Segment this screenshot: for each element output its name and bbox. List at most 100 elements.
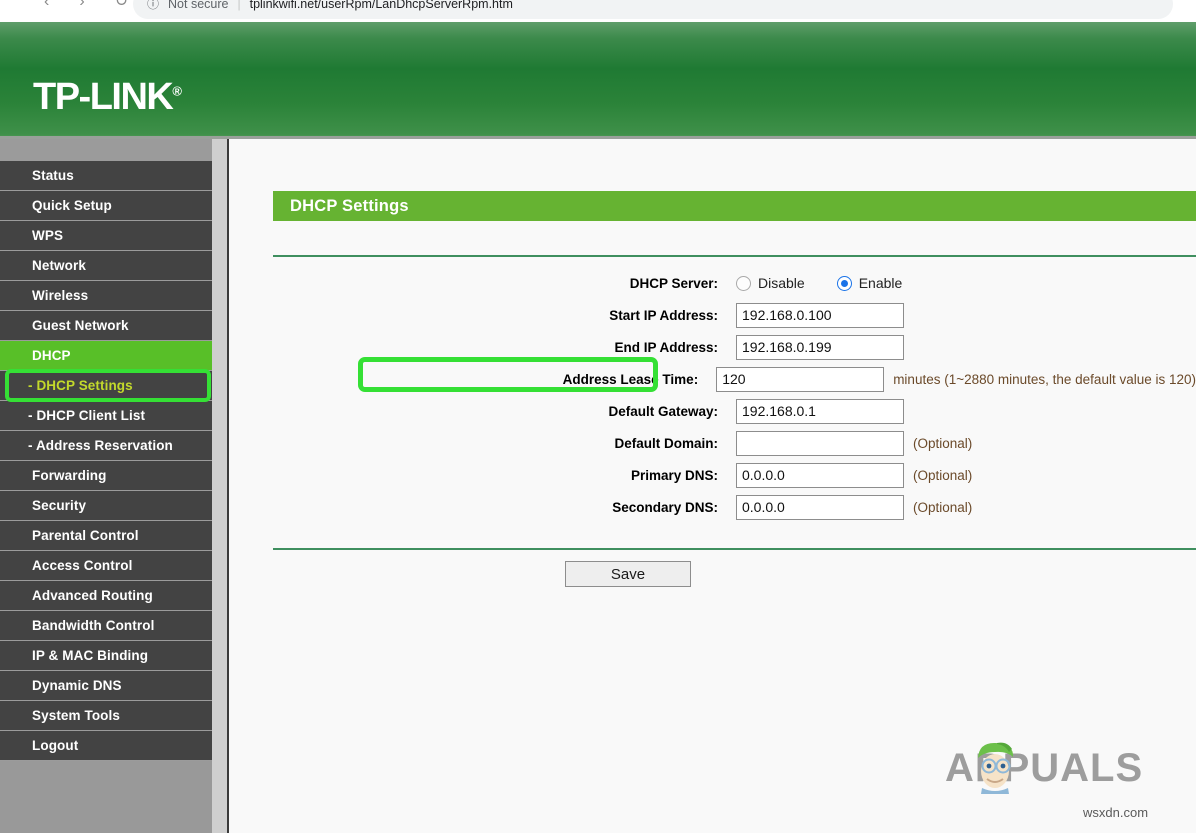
- field-label-start-ip-address: Start IP Address:: [229, 308, 736, 323]
- sidebar-item-logout[interactable]: Logout: [0, 731, 212, 761]
- sidebar-item-label: Dynamic DNS: [32, 678, 122, 693]
- address-bar[interactable]: ⓘ Not secure | tplinkwifi.net/userRpm/La…: [133, 0, 1173, 19]
- sidebar-item-advanced-routing[interactable]: Advanced Routing: [0, 581, 212, 611]
- sidebar-item-ip-mac-binding[interactable]: IP & MAC Binding: [0, 641, 212, 671]
- form-row-end-ip-address: End IP Address:: [229, 331, 1196, 363]
- divider-bottom: [273, 548, 1196, 550]
- sidebar-item-wireless[interactable]: Wireless: [0, 281, 212, 311]
- form-row-default-domain: Default Domain:(Optional): [229, 427, 1196, 459]
- field-label-dhcp-server: DHCP Server:: [229, 276, 736, 291]
- form-row-default-gateway: Default Gateway:: [229, 395, 1196, 427]
- sidebar-item-label: Wireless: [32, 288, 88, 303]
- form-row-address-lease-time: Address Lease Time: minutes (1~2880 minut…: [229, 363, 1196, 395]
- sidebar-item-security[interactable]: Security: [0, 491, 212, 521]
- sidebar-item-label: Logout: [32, 738, 78, 753]
- sidebar-item-label: System Tools: [32, 708, 120, 723]
- sidebar-item-bandwidth-control[interactable]: Bandwidth Control: [0, 611, 212, 641]
- sidebar-item-label: Security: [32, 498, 86, 513]
- router-admin-page: ‹ › ↻ ⓘ Not secure | tplinkwifi.net/user…: [0, 0, 1196, 833]
- brand-header: TP-LINK®: [0, 22, 1196, 139]
- field-label-end-ip-address: End IP Address:: [229, 340, 736, 355]
- sidebar-item-label: Bandwidth Control: [32, 618, 154, 633]
- input-secondary-dns[interactable]: [736, 495, 904, 520]
- sidebar-item-wps[interactable]: WPS: [0, 221, 212, 251]
- radio-enable-checked[interactable]: [837, 276, 852, 291]
- main-content: DHCP Settings DHCP Server: Disable Enable S…: [229, 139, 1196, 833]
- input-address-lease-time[interactable]: [716, 367, 884, 392]
- divider-top: [273, 255, 1196, 257]
- mascot-icon: [969, 738, 1021, 794]
- sidebar-item-dynamic-dns[interactable]: Dynamic DNS: [0, 671, 212, 701]
- radio-label-disable: Disable: [758, 275, 805, 291]
- browser-nav-buttons: ‹ › ↻: [44, 0, 128, 10]
- field-control-address-lease-time: minutes (1~2880 minutes, the default val…: [716, 367, 1196, 392]
- not-secure-icon[interactable]: ⓘ: [147, 0, 159, 10]
- field-control-primary-dns: (Optional): [736, 463, 972, 488]
- url-text: tplinkwifi.net/userRpm/LanDhcpServerRpm.…: [250, 0, 513, 10]
- sidebar-item-label: Network: [32, 258, 86, 273]
- sidebar-item-status[interactable]: Status: [0, 161, 212, 191]
- field-label-primary-dns: Primary DNS:: [229, 468, 736, 483]
- input-default-gateway[interactable]: [736, 399, 904, 424]
- radio-label-enable: Enable: [859, 275, 903, 291]
- input-default-domain[interactable]: [736, 431, 904, 456]
- security-label: Not secure: [168, 0, 228, 10]
- form-row-dhcp-server: DHCP Server: Disable Enable: [229, 267, 1196, 299]
- sidebar-item-network[interactable]: Network: [0, 251, 212, 281]
- sidebar-item-access-control[interactable]: Access Control: [0, 551, 212, 581]
- save-button[interactable]: Save: [565, 561, 691, 587]
- back-arrow-icon[interactable]: ‹: [44, 0, 49, 10]
- radio-disable-unchecked[interactable]: [736, 276, 751, 291]
- input-start-ip-address[interactable]: [736, 303, 904, 328]
- form-row-primary-dns: Primary DNS: (Optional): [229, 459, 1196, 491]
- sidebar-item-label: Forwarding: [32, 468, 107, 483]
- sidebar-item-dhcp-settings[interactable]: - DHCP Settings: [0, 371, 212, 401]
- sidebar-item-label: - DHCP Settings: [28, 378, 133, 393]
- sidebar-item-dhcp-client-list[interactable]: - DHCP Client List: [0, 401, 212, 431]
- sidebar-item-forwarding[interactable]: Forwarding: [0, 461, 212, 491]
- field-control-dhcp-server: Disable Enable: [736, 275, 902, 291]
- sidebar-item-guest-network[interactable]: Guest Network: [0, 311, 212, 341]
- sidebar-item-label: Quick Setup: [32, 198, 112, 213]
- sidebar-item-label: Status: [32, 168, 74, 183]
- reload-icon[interactable]: ↻: [115, 0, 128, 10]
- field-control-default-domain: (Optional): [736, 431, 972, 456]
- sidebar-gutter: [212, 139, 229, 833]
- sidebar-item-label: DHCP: [32, 348, 71, 363]
- field-label-address-lease-time: Address Lease Time:: [229, 372, 716, 387]
- field-label-default-gateway: Default Gateway:: [229, 404, 736, 419]
- sidebar-item-label: Access Control: [32, 558, 132, 573]
- sidebar-menu-list: Status Quick Setup WPS Network Wireless Guest…: [0, 161, 212, 761]
- sidebar-item-label: - DHCP Client List: [28, 408, 145, 423]
- sidebar-item-label: Advanced Routing: [32, 588, 153, 603]
- sidebar-item-address-reservation[interactable]: - Address Reservation: [0, 431, 212, 461]
- browser-toolbar: ‹ › ↻ ⓘ Not secure | tplinkwifi.net/user…: [0, 0, 1196, 22]
- sidebar-item-label: WPS: [32, 228, 63, 243]
- optional-label-default-domain: (Optional): [913, 436, 972, 451]
- field-control-default-gateway: [736, 399, 904, 424]
- sidebar-item-label: IP & MAC Binding: [32, 648, 148, 663]
- sidebar-item-parental-control[interactable]: Parental Control: [0, 521, 212, 551]
- sidebar-item-label: Parental Control: [32, 528, 139, 543]
- sidebar-nav: Status Quick Setup WPS Network Wireless Guest…: [0, 139, 212, 833]
- input-primary-dns[interactable]: [736, 463, 904, 488]
- sidebar-top-filler: [0, 139, 212, 161]
- omnibox-separator: |: [237, 0, 240, 11]
- field-control-secondary-dns: (Optional): [736, 495, 972, 520]
- sidebar-item-quick-setup[interactable]: Quick Setup: [0, 191, 212, 221]
- forward-arrow-icon[interactable]: ›: [79, 0, 84, 10]
- sidebar-item-dhcp[interactable]: DHCP: [0, 341, 212, 371]
- radio-option-enable[interactable]: Enable: [837, 275, 903, 291]
- optional-label-primary-dns: (Optional): [913, 468, 972, 483]
- sidebar-item-label: Guest Network: [32, 318, 129, 333]
- radio-option-disable[interactable]: Disable: [736, 275, 805, 291]
- optional-label-secondary-dns: (Optional): [913, 500, 972, 515]
- sidebar-item-system-tools[interactable]: System Tools: [0, 701, 212, 731]
- field-control-end-ip-address: [736, 335, 904, 360]
- tplink-logo: TP-LINK®: [33, 78, 182, 116]
- hint-text-address-lease-time: minutes (1~2880 minutes, the default val…: [893, 372, 1196, 387]
- page-title-bar: DHCP Settings: [273, 191, 1196, 221]
- dhcp-settings-form: DHCP Server: Disable Enable Start IP Addres…: [229, 267, 1196, 523]
- field-label-secondary-dns: Secondary DNS:: [229, 500, 736, 515]
- input-end-ip-address[interactable]: [736, 335, 904, 360]
